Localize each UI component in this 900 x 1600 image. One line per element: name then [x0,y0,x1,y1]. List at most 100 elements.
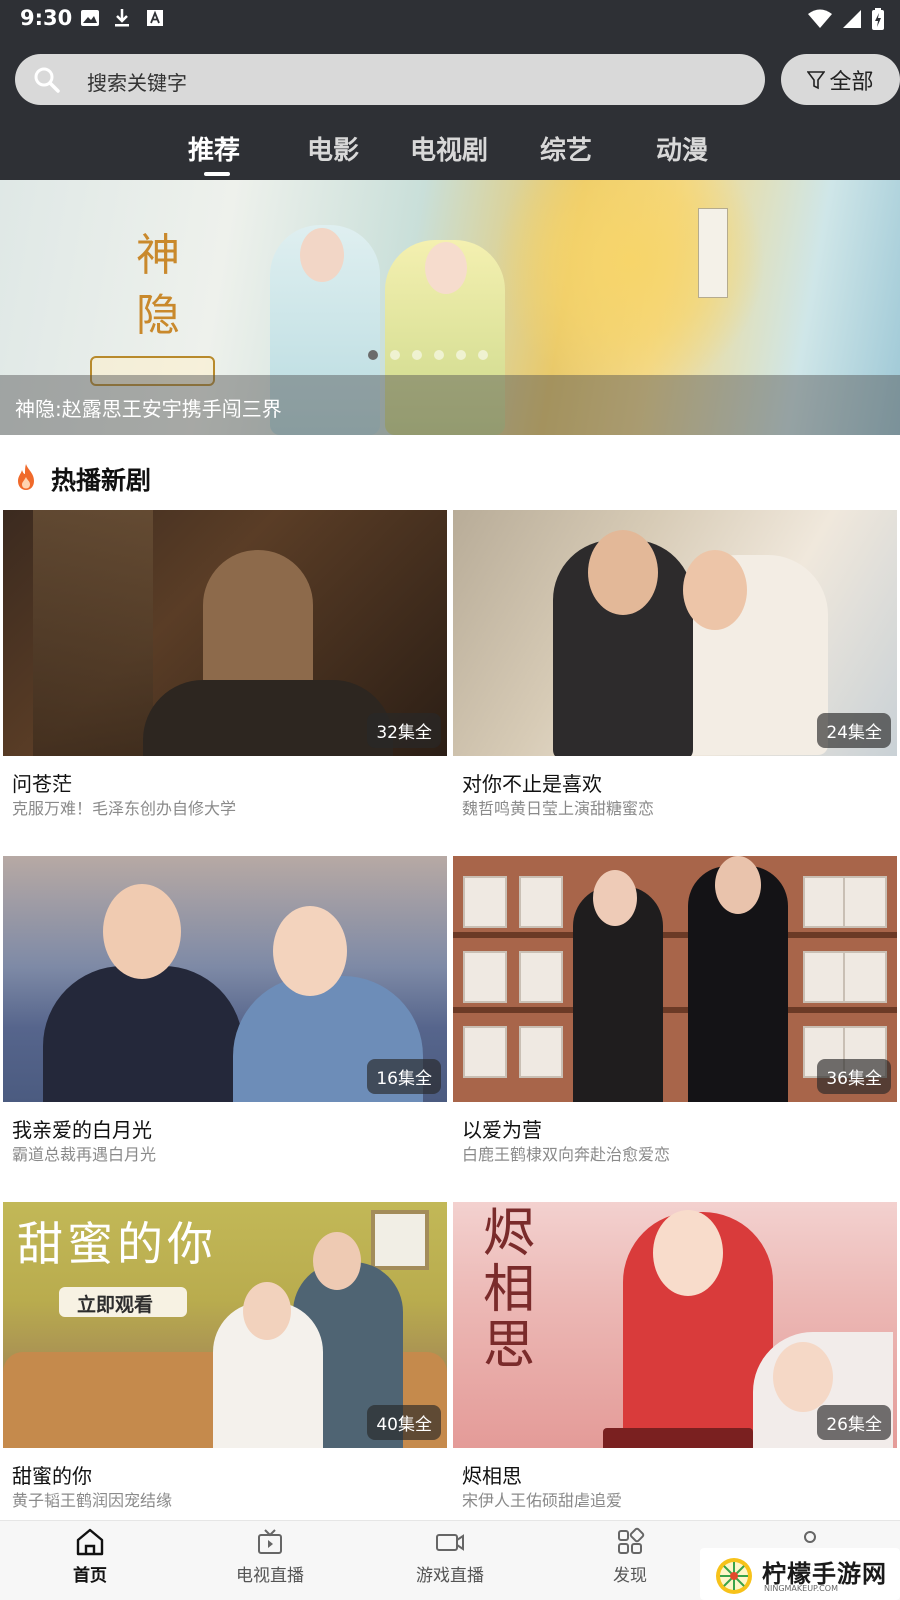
poster-shape [843,951,887,1003]
poster-play-label: 立即观看 [59,1287,187,1317]
poster-title-art: 甜蜜的你 [17,1217,217,1271]
banner-figure-head [300,228,344,282]
pagination-dot[interactable] [434,350,444,360]
poster-shape [103,884,181,979]
show-poster[interactable]: 24集全 [453,510,897,756]
show-card[interactable]: 32集全 问苍茫 克服万难！毛泽东创办自修大学 [3,510,447,818]
search-bar[interactable]: 搜索关键字 [15,54,765,105]
poster-title-art: 烬相思 [483,1204,536,1376]
show-card[interactable]: 24集全 对你不止是喜欢 魏哲鸣黄日莹上演甜糖蜜恋 [453,510,897,818]
pagination-dot[interactable] [390,350,400,360]
pagination-dot[interactable] [368,350,378,360]
show-title[interactable]: 问苍茫 [12,768,72,797]
banner-caption: 神隐:赵露思王安宇携手闯三界 [15,397,282,421]
poster-shape [313,1232,361,1290]
filter-icon [807,70,826,89]
tab-recommend[interactable]: 推荐 [188,130,240,167]
show-poster[interactable]: 甜蜜的你 立即观看 40集全 [3,1202,447,1448]
show-poster[interactable]: 32集全 [3,510,447,756]
show-subtitle: 黄子韬王鹤润因宠结缘 [12,1491,173,1510]
pagination-dot[interactable] [412,350,422,360]
featured-banner[interactable]: 神隐 神隐:赵露思王安宇携手闯三界 [0,180,900,435]
show-subtitle: 克服万难！毛泽东创办自修大学 [12,799,237,818]
poster-shape [463,1026,507,1078]
tab-tv-series[interactable]: 电视剧 [410,130,488,167]
filter-label: 全部 [829,69,874,95]
show-poster[interactable]: 烬相思 26集全 [453,1202,897,1448]
poster-shape [519,951,563,1003]
wifi-icon [808,9,832,28]
nav-tv-live[interactable]: 电视直播 [210,1527,330,1586]
show-subtitle: 魏哲鸣黄日莹上演甜糖蜜恋 [462,799,655,818]
show-card[interactable]: 36集全 以爱为营 白鹿王鹤棣双向奔赴治愈爱恋 [453,856,897,1164]
search-placeholder: 搜索关键字 [87,71,187,95]
poster-shape [715,856,761,914]
pagination-dot[interactable] [478,350,488,360]
show-title[interactable]: 甜蜜的你 [12,1460,92,1489]
nav-home[interactable]: 首页 [30,1527,150,1586]
active-tab-indicator [204,172,230,176]
category-tabs: 推荐 电影 电视剧 综艺 动漫 [0,126,900,180]
image-icon [81,10,99,26]
banner-logo: 神隐 [136,230,180,341]
episode-badge: 24集全 [817,713,891,748]
fire-icon [18,464,34,490]
lemon-logo-icon [716,1558,752,1594]
watermark: 柠檬手游网 NINGMAKEUP.COM [700,1548,900,1600]
grid-icon [618,1527,645,1554]
show-poster[interactable]: 16集全 [3,856,447,1102]
status-time: 9:30 [20,6,73,30]
signal-icon [843,10,861,28]
nav-game-live[interactable]: 游戏直播 [390,1527,510,1586]
show-card[interactable]: 烬相思 26集全 烬相思 宋伊人王佑硕甜虐追爱 [453,1202,897,1510]
nav-label: 游戏直播 [416,1566,484,1586]
episode-badge: 36集全 [817,1059,891,1094]
header: 9:30 搜索关键字 全部 推荐 电影 电视剧 综艺 动漫 [0,0,900,180]
show-subtitle: 宋伊人王佑硕甜虐追爱 [462,1491,623,1510]
nav-label: 发现 [613,1566,647,1586]
filter-button[interactable]: 全部 [781,54,900,105]
poster-play-text: 立即观看 [77,1294,154,1316]
show-title[interactable]: 以爱为营 [462,1114,542,1143]
poster-shape [603,1428,753,1448]
tab-variety[interactable]: 综艺 [540,130,592,167]
font-icon [147,10,163,26]
poster-shape [519,1026,563,1078]
poster-shape [371,1210,429,1270]
show-card[interactable]: 甜蜜的你 立即观看 40集全 甜蜜的你 黄子韬王鹤润因宠结缘 [3,1202,447,1510]
nav-label: 电视直播 [236,1566,304,1586]
show-title[interactable]: 对你不止是喜欢 [462,768,602,797]
banner-pagination [368,350,488,360]
banner-art-glow [480,180,780,380]
poster-shape [463,876,507,928]
show-subtitle: 霸道总裁再遇白月光 [12,1145,157,1164]
status-bar: 9:30 [0,0,900,36]
tv-icon [258,1529,282,1554]
app-screen: 9:30 搜索关键字 全部 推荐 电影 电视剧 综艺 动漫 神隐 神隐:赵露思王… [0,0,900,1600]
show-title[interactable]: 烬相思 [462,1460,522,1489]
poster-shape [773,1342,833,1412]
banner-figure-head [425,242,467,294]
poster-shape [453,932,897,938]
home-icon [76,1528,104,1556]
watermark-url: NINGMAKEUP.COM [764,1584,838,1593]
show-title[interactable]: 我亲爱的白月光 [12,1114,152,1143]
video-camera-icon [436,1534,464,1551]
section-header: 热播新剧 [0,455,900,499]
poster-shape [683,550,747,630]
poster-shape [273,906,347,996]
poster-shape [588,530,658,615]
poster-shape [593,870,637,926]
nav-discover[interactable]: 发现 [570,1527,690,1586]
show-card[interactable]: 16集全 我亲爱的白月光 霸道总裁再遇白月光 [3,856,447,1164]
episode-badge: 16集全 [367,1059,441,1094]
show-poster[interactable]: 36集全 [453,856,897,1102]
nav-label: 首页 [73,1566,107,1586]
poster-shape [33,510,153,756]
battery-icon [872,8,884,30]
poster-shape [519,876,563,928]
tab-movies[interactable]: 电影 [307,130,359,167]
pagination-dot[interactable] [456,350,466,360]
search-icon [34,67,60,93]
tab-anime[interactable]: 动漫 [656,130,708,167]
